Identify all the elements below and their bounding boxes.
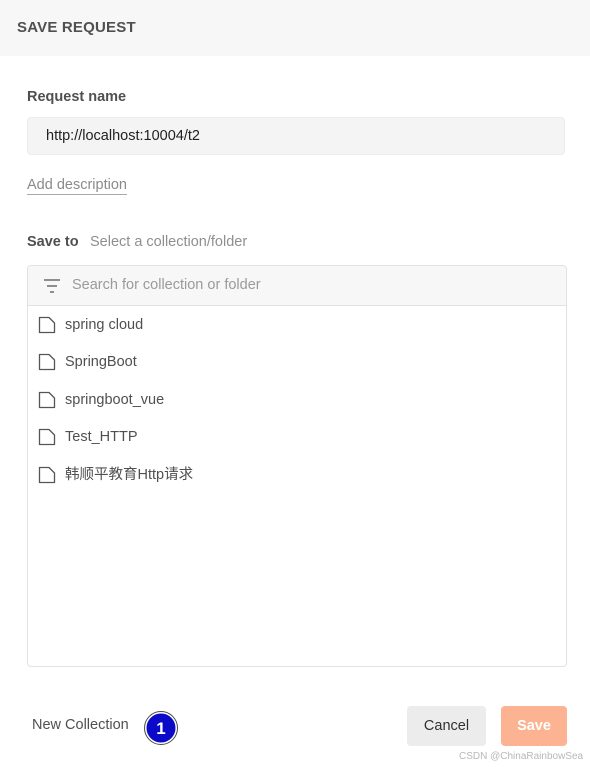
folder-icon [38, 391, 56, 409]
collection-search-bar: Search for collection or folder [28, 266, 566, 306]
list-item-label: SpringBoot [65, 354, 137, 370]
list-item-springboot-vue[interactable]: springboot_vue [28, 384, 566, 416]
collection-search-input[interactable]: Search for collection or folder [72, 266, 552, 305]
new-collection-button[interactable]: New Collection [32, 717, 129, 733]
folder-icon [38, 353, 56, 371]
dialog-header: SAVE REQUEST [0, 0, 590, 56]
watermark: CSDN @ChinaRainbowSea [459, 751, 584, 762]
dialog-title: SAVE REQUEST [17, 19, 136, 36]
list-item-spring-cloud[interactable]: spring cloud [28, 309, 566, 341]
list-item-springboot[interactable]: SpringBoot [28, 346, 566, 378]
list-item-test-http[interactable]: Test_HTTP [28, 421, 566, 453]
list-item-hanshunping-http[interactable]: 韩顺平教育Http请求 [28, 459, 566, 491]
list-item-label: Test_HTTP [65, 429, 138, 445]
annotation-badge: 1 [144, 711, 178, 745]
filter-icon [44, 279, 60, 293]
folder-icon [38, 316, 56, 334]
save-button[interactable]: Save [501, 706, 567, 746]
folder-icon [38, 466, 56, 484]
save-to-path: Select a collection/folder [90, 234, 248, 250]
annotation-number: 1 [156, 719, 165, 738]
list-item-label: spring cloud [65, 317, 144, 333]
request-name-input[interactable]: http://localhost:10004/t2 [27, 117, 565, 155]
collection-picker: Search for collection or folder spring c… [27, 265, 567, 667]
add-description-link[interactable]: Add description [27, 177, 127, 195]
save-to-label: Save to [27, 234, 79, 250]
list-item-label: springboot_vue [65, 392, 165, 408]
list-item-label: 韩顺平教育Http请求 [65, 467, 194, 483]
folder-icon [38, 428, 56, 446]
request-name-label: Request name [27, 89, 127, 105]
cancel-button[interactable]: Cancel [407, 706, 486, 746]
